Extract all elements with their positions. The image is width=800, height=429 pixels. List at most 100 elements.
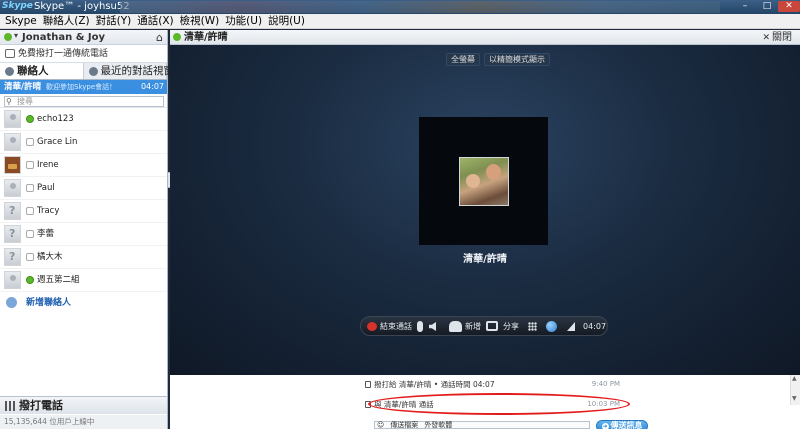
online-status-icon	[26, 115, 34, 123]
menu-call[interactable]: 通話(X)	[134, 14, 176, 28]
end-call-icon[interactable]	[367, 322, 377, 331]
contact-name: Irene	[37, 160, 59, 170]
scroll-up-icon[interactable]: ▲	[792, 375, 797, 382]
menu-view[interactable]: 檢視(W)	[177, 14, 223, 28]
scroll-down-icon[interactable]: ▼	[792, 395, 797, 402]
online-status-icon	[173, 33, 181, 41]
menu-skype[interactable]: Skype	[2, 14, 40, 28]
contact-item[interactable]: 週五第二組	[0, 269, 167, 292]
skype-logo: Skype	[2, 1, 33, 11]
send-message-button[interactable]: ➜ 傳送訊息	[596, 420, 648, 429]
unknown-avatar	[4, 248, 21, 266]
menu-contacts[interactable]: 聯絡人(Z)	[40, 14, 93, 28]
maximize-button[interactable]: □	[756, 1, 778, 12]
close-conversation-button[interactable]: ✕ 關閉	[762, 30, 792, 46]
microphone-icon[interactable]	[417, 321, 423, 332]
chat-event-text: 與 清華/許晴 通話	[374, 400, 434, 409]
share-button[interactable]: 分享	[503, 317, 519, 336]
chat-event-call-summary: 撥打給 清華/許晴 • 通話時間 04:07 9:40 PM	[365, 379, 620, 390]
emoticon-button[interactable]: ☺	[377, 421, 384, 429]
conversation-time: 04:07	[140, 82, 164, 91]
signal-strength-icon	[567, 322, 575, 331]
contact-name: 李蕾	[37, 229, 55, 239]
menu-tools[interactable]: 功能(U)	[222, 14, 265, 28]
chevron-down-icon[interactable]: ▾	[14, 31, 18, 40]
add-contact-icon	[6, 297, 17, 308]
chat-event-time: 9:40 PM	[591, 380, 620, 388]
contact-item[interactable]: Tracy	[0, 200, 167, 223]
background-taskbar-strip	[120, 1, 720, 13]
participant-photo	[459, 157, 509, 206]
call-phones-label: 撥打電話	[19, 399, 63, 412]
avatar	[4, 110, 21, 128]
compact-view-button[interactable]: 以精簡模式顯示	[484, 53, 550, 66]
contact-name: echo123	[37, 114, 74, 124]
free-call-promo[interactable]: 免費撥打一通傳統電話	[0, 45, 167, 63]
tab-contacts[interactable]: 聯絡人	[0, 63, 84, 79]
add-contact-label: 新增聯絡人	[26, 298, 72, 308]
dialpad-icon	[5, 401, 15, 411]
compose-toolbar: ☺ 傳送檔案 外發軟體	[374, 421, 452, 429]
conversation-message: 歡迎參加Skype會話！	[46, 83, 117, 91]
offline-status-icon	[26, 161, 34, 169]
send-file-button[interactable]: 傳送檔案	[390, 421, 418, 429]
offline-status-icon	[26, 184, 34, 192]
chat-scrollbar[interactable]: ▲ ▼	[790, 375, 800, 405]
close-label: 關閉	[772, 32, 792, 43]
speaker-icon[interactable]	[429, 322, 436, 331]
menu-bar: Skype 聯絡人(Z) 對話(Y) 通話(X) 檢視(W) 功能(U) 說明(…	[0, 14, 800, 29]
tab-recent[interactable]: 最近的對話視窗	[84, 63, 174, 79]
offline-status-icon	[26, 253, 34, 261]
add-contact-button[interactable]: 新增聯絡人	[0, 292, 167, 314]
call-duration: 04:07	[583, 322, 607, 331]
call-phones-button[interactable]: 撥打電話	[0, 396, 167, 414]
minimize-button[interactable]: –	[734, 1, 756, 12]
menu-conversation[interactable]: 對話(Y)	[93, 14, 135, 28]
search-bar: ⚲ 搜尋	[0, 94, 167, 108]
online-status-icon[interactable]	[4, 33, 12, 41]
selected-conversation-row[interactable]: 清華/許晴 歡迎參加Skype會話！ 04:07	[0, 80, 167, 94]
offline-status-icon	[26, 230, 34, 238]
contact-name: 週五第二組	[37, 275, 80, 285]
send-contacts-button[interactable]: 外發軟體	[424, 421, 452, 429]
contact-name: Tracy	[37, 206, 60, 216]
unknown-avatar	[4, 225, 21, 243]
avatar	[4, 133, 21, 151]
add-people-button[interactable]: 新增	[465, 317, 481, 336]
send-arrow-icon: ➜	[601, 423, 609, 429]
offline-status-icon	[26, 138, 34, 146]
fullscreen-button[interactable]: 全螢幕	[446, 53, 480, 66]
conversation-pane: 清華/許晴 ✕ 關閉 全螢幕 以精簡模式顯示 清華/許晴 結束通話 新增 分享 0…	[170, 30, 800, 429]
contact-item[interactable]: Paul	[0, 177, 167, 200]
contact-item[interactable]: Grace Lin	[0, 131, 167, 154]
remote-video-frame	[419, 117, 548, 245]
contact-list: echo123 Grace Lin Irene Paul Tracy 李蕾	[0, 108, 167, 314]
phone-icon	[5, 49, 15, 58]
contact-item[interactable]: 橘大木	[0, 246, 167, 269]
account-bar[interactable]: ▾ Jonathan & Joy ⌂	[0, 30, 167, 45]
end-call-button[interactable]: 結束通話	[380, 317, 412, 336]
unknown-avatar	[4, 202, 21, 220]
conversation-name: 清華/許晴	[4, 82, 42, 92]
chat-event-call: 與 清華/許晴 通話 10:03 PM	[365, 399, 620, 410]
add-people-icon[interactable]	[449, 321, 462, 332]
left-tabs: 聯絡人 最近的對話視窗	[0, 63, 174, 80]
contact-item[interactable]: echo123	[0, 108, 167, 131]
home-icon[interactable]: ⌂	[156, 30, 163, 45]
video-area: 全螢幕 以精簡模式顯示 清華/許晴 結束通話 新增 分享 04:07	[170, 45, 800, 375]
menu-help[interactable]: 說明(U)	[265, 14, 308, 28]
clock-icon	[88, 67, 98, 76]
search-icon: ⚲	[6, 97, 12, 106]
share-screen-icon[interactable]	[486, 321, 498, 331]
search-placeholder: 搜尋	[17, 97, 33, 106]
group-avatar	[4, 271, 21, 289]
close-window-button[interactable]: ✕	[778, 1, 800, 12]
offline-status-icon	[26, 207, 34, 215]
call-quality-icon[interactable]	[546, 321, 557, 332]
video-mode-buttons: 全螢幕 以精簡模式顯示	[446, 53, 550, 66]
dialpad-icon[interactable]	[528, 322, 537, 331]
promo-text: 免費撥打一通傳統電話	[18, 49, 109, 59]
contact-item[interactable]: Irene	[0, 154, 167, 177]
chat-event-text: 撥打給 清華/許晴 • 通話時間 04:07	[374, 380, 495, 389]
contact-item[interactable]: 李蕾	[0, 223, 167, 246]
